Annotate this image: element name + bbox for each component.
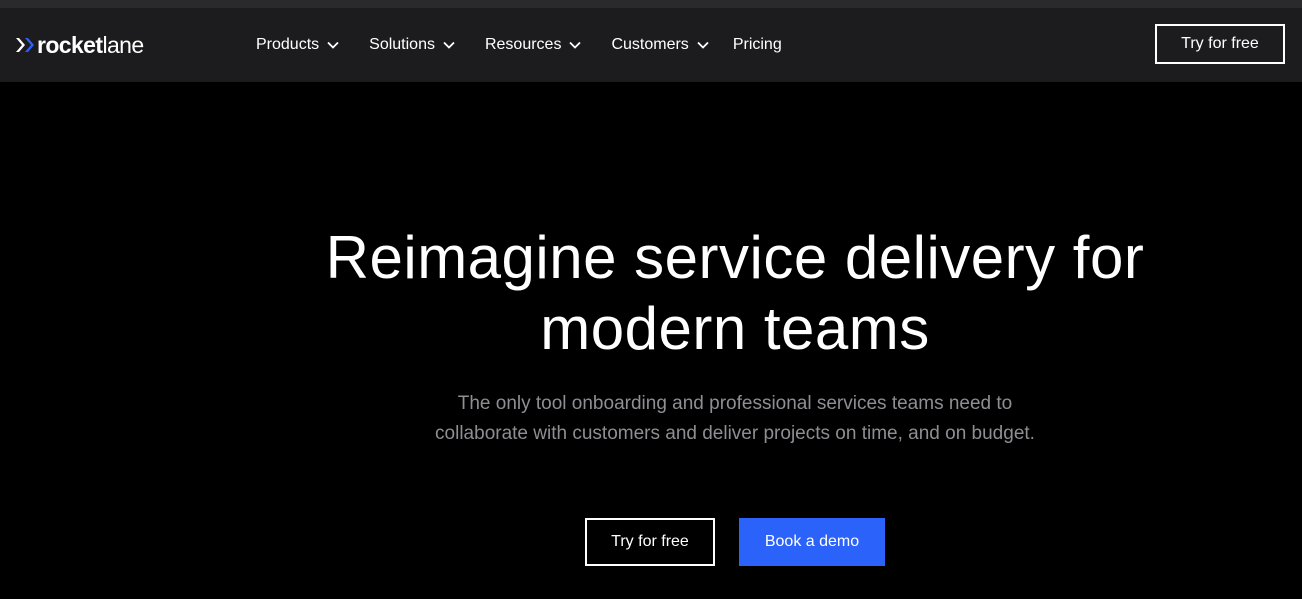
nav-item-solutions[interactable]: Solutions xyxy=(369,36,455,54)
logo-text-light: lane xyxy=(102,31,144,58)
top-strip xyxy=(0,0,1302,8)
hero-subtitle: The only tool onboarding and professiona… xyxy=(435,393,1035,444)
nav-item-label: Resources xyxy=(484,36,562,53)
nav-item-label: Pricing xyxy=(732,36,782,53)
header-try-free-button[interactable]: Try for free xyxy=(1155,24,1285,64)
hero-try-free-button[interactable]: Try for free xyxy=(585,518,715,566)
nav-item-label: Products xyxy=(256,36,320,53)
logo-wordmark: rocketlane xyxy=(37,31,144,58)
chevron-down-icon xyxy=(443,41,455,49)
nav-item-pricing[interactable]: Pricing xyxy=(733,36,782,54)
logo-text-bold: rocket xyxy=(37,31,103,58)
nav-item-resources[interactable]: Resources xyxy=(484,36,582,54)
hero-title-line-2: modern teams xyxy=(540,295,930,362)
double-chevron-right-icon xyxy=(16,38,34,52)
nav-item-products[interactable]: Products xyxy=(256,36,339,54)
chevron-down-icon xyxy=(569,41,582,49)
chevron-down-icon xyxy=(327,41,339,49)
chevron-down-icon xyxy=(697,41,709,49)
nav-item-label: Solutions xyxy=(369,36,435,53)
nav-item-customers[interactable]: Customers xyxy=(611,36,709,54)
site-header: rocketlane Products Solutions Resources … xyxy=(0,8,1302,82)
hero-title-line-1: Reimagine service delivery for xyxy=(325,224,1145,291)
nav-item-label: Customers xyxy=(611,36,689,53)
brand-logo[interactable]: rocketlane xyxy=(14,30,144,60)
main-nav: Products Solutions Resources Customers P… xyxy=(256,32,782,58)
book-demo-button[interactable]: Book a demo xyxy=(739,518,885,566)
hero-title: Reimagine service delivery for modern te… xyxy=(250,222,1220,364)
